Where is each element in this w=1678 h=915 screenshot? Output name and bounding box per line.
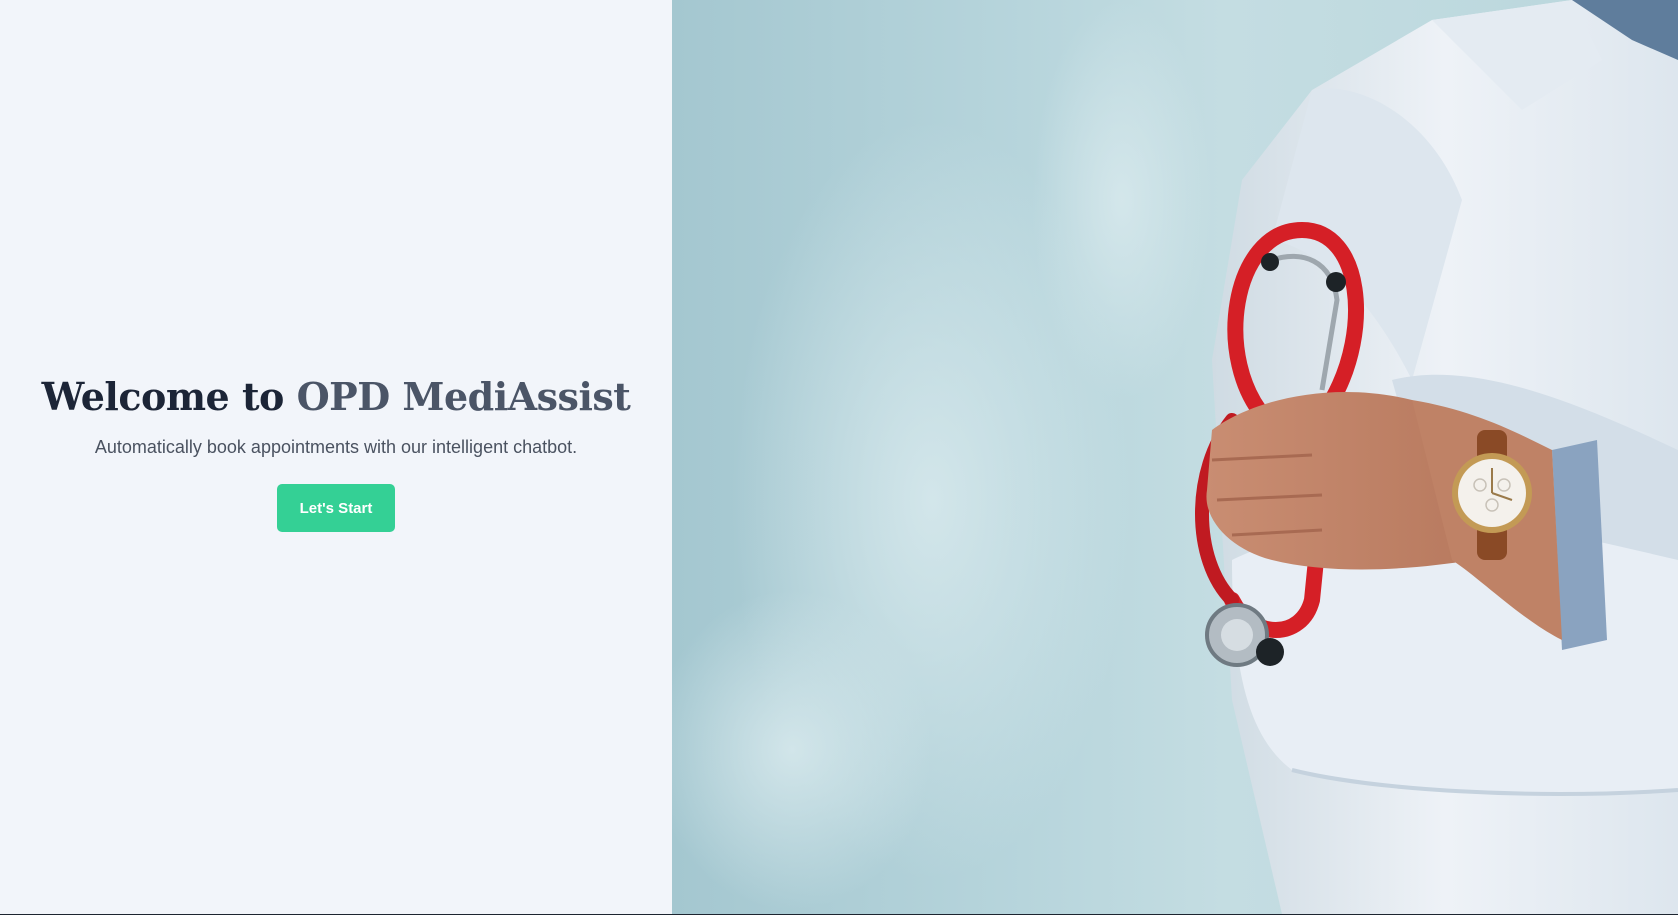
page-title: Welcome to OPD MediAssist (42, 374, 631, 419)
brand-name: OPD MediAssist (296, 374, 631, 419)
hero-image (672, 0, 1678, 914)
title-prefix: Welcome to (41, 374, 297, 419)
landing-page: Welcome to OPD MediAssist Automatically … (0, 0, 1678, 915)
hero-section: Welcome to OPD MediAssist Automatically … (0, 0, 672, 914)
doctor-illustration (672, 0, 1678, 914)
hero-subtitle: Automatically book appointments with our… (94, 437, 578, 457)
lets-start-button[interactable]: Let's Start (277, 484, 395, 532)
